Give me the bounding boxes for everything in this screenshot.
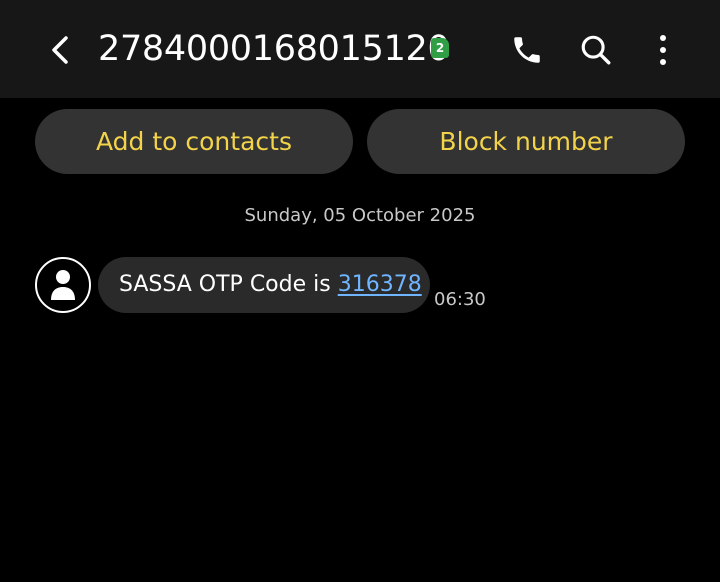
sender-avatar[interactable] [35,257,91,313]
block-number-button[interactable]: Block number [367,109,685,174]
sim-2-badge: 2 [431,38,449,58]
date-separator: Sunday, 05 October 2025 [244,205,476,226]
message-bubble[interactable]: SASSA OTP Code is 316378 [98,257,430,313]
back-button[interactable] [38,28,82,72]
app-header: 2784000168015120 2 [0,0,720,98]
search-icon [581,35,611,65]
otp-code-link[interactable]: 316378 [338,272,422,297]
chevron-left-icon [52,36,68,64]
message-text: SASSA OTP Code is [119,272,338,297]
call-button[interactable] [505,28,549,72]
add-to-contacts-button[interactable]: Add to contacts [35,109,353,174]
phone-icon [514,37,540,63]
messages-screen: 2784000168015120 2 Add to contacts Block… [0,0,720,582]
person-icon [51,270,75,300]
message-timestamp: 06:30 [434,289,486,310]
more-vertical-icon [660,35,666,65]
conversation-title: 2784000168015120 [98,29,450,69]
more-options-button[interactable] [641,28,685,72]
search-button[interactable] [574,28,618,72]
